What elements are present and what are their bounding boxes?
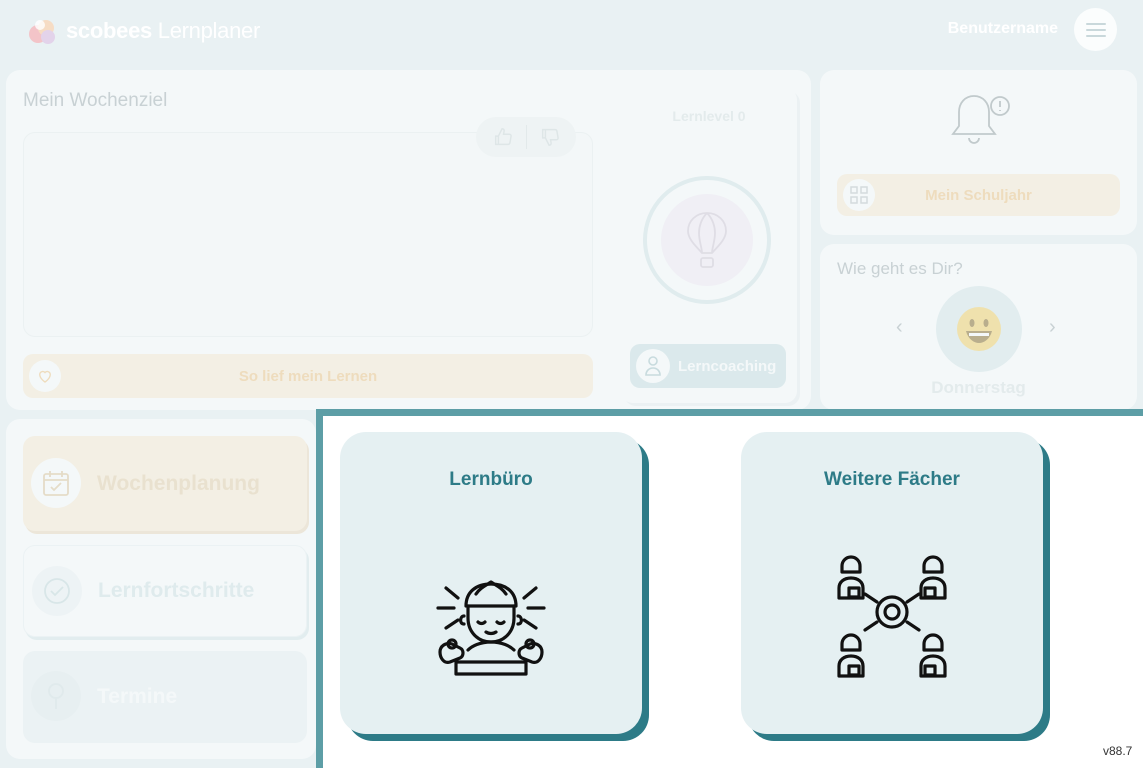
- learn-level-card: Lernlevel 0 Lerncoaching: [621, 88, 797, 403]
- learning-feedback-label: So lief mein Lernen: [238, 367, 378, 385]
- weekly-goal-card: Mein Wochenziel So lief mein Lernen Lern…: [6, 70, 811, 410]
- happy-face-icon: [957, 307, 1001, 351]
- nav-label: Wochenplanung: [97, 471, 260, 495]
- mood-day: Donnerstag: [931, 378, 1026, 397]
- check-circle-icon: [44, 578, 70, 604]
- app-logo[interactable]: scobees Lernplaner: [26, 14, 260, 48]
- nav-item-termine[interactable]: Termine: [23, 651, 307, 743]
- people-network-icon: [837, 555, 947, 678]
- nav-item-wochenplanung[interactable]: Wochenplanung: [23, 436, 307, 531]
- coach-person-icon: [645, 356, 661, 376]
- subject-select-modal: Lernbüro Weitere Fächer: [316, 409, 1143, 768]
- username-label[interactable]: Benutzername: [948, 20, 1058, 38]
- logo-brand: scobees: [66, 18, 152, 43]
- hot-air-balloon-icon: [687, 212, 727, 268]
- thumbs-up-icon[interactable]: [492, 126, 514, 148]
- meditating-mind-icon: [436, 580, 546, 676]
- thumbs-down-icon[interactable]: [539, 126, 561, 148]
- lernbuero-tile[interactable]: Lernbüro: [340, 432, 642, 734]
- app-header: scobees Lernplaner Benutzername: [0, 0, 1143, 62]
- school-year-button[interactable]: Mein Schuljahr: [837, 174, 1120, 216]
- navigation-card: Wochenplanung Lernfortschritte Termine: [6, 419, 316, 759]
- heart-icon: [39, 370, 51, 383]
- learn-coaching-button[interactable]: Lerncoaching: [630, 344, 786, 388]
- learning-feedback-button[interactable]: So lief mein Lernen: [23, 354, 593, 398]
- hamburger-menu-icon: [1085, 22, 1106, 37]
- nav-label: Lernfortschritte: [98, 579, 255, 602]
- calendar-check-icon: [43, 471, 69, 496]
- grid-icon: [850, 186, 868, 204]
- logo-product: Lernplaner: [157, 18, 261, 43]
- vote-pill: [476, 117, 576, 157]
- version-label: v88.7: [1100, 744, 1136, 758]
- nav-item-lernfortschritte[interactable]: Lernfortschritte: [23, 545, 307, 637]
- nav-label: Termine: [97, 685, 178, 708]
- logo-mark-icon: [26, 14, 60, 48]
- mood-title: Wie geht es Dir?: [837, 259, 963, 278]
- weekly-goal-textbox[interactable]: [23, 132, 593, 337]
- tile-title: Weitere Fächer: [824, 469, 960, 490]
- weitere-faecher-tile[interactable]: Weitere Fächer: [741, 432, 1043, 734]
- menu-button[interactable]: [1074, 8, 1117, 51]
- learn-level-title: Lernlevel 0: [672, 108, 746, 124]
- tile-title: Lernbüro: [449, 469, 533, 490]
- school-year-label: Mein Schuljahr: [925, 186, 1032, 204]
- pin-icon: [48, 683, 64, 709]
- weekly-goal-title: Mein Wochenziel: [23, 90, 168, 111]
- bell-alert-icon[interactable]: [942, 90, 1018, 156]
- learn-coaching-label: Lerncoaching: [678, 357, 777, 375]
- chevron-left-icon[interactable]: ‹: [896, 316, 903, 339]
- mood-selector[interactable]: [936, 286, 1022, 372]
- learn-level-ring: [643, 176, 771, 304]
- chevron-right-icon[interactable]: ›: [1049, 316, 1056, 339]
- notifications-card: Mein Schuljahr: [820, 70, 1137, 235]
- mood-card: Wie geht es Dir? ‹ › Donnerstag: [820, 244, 1137, 410]
